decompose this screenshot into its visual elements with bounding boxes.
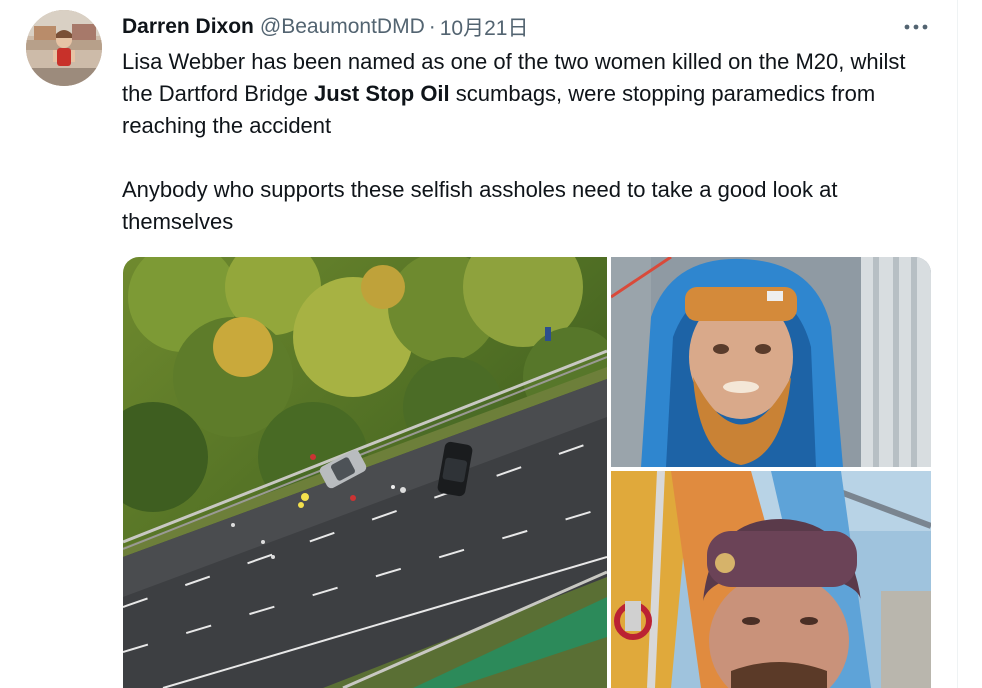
tweet-text: Lisa Webber has been named as one of the… [122,46,942,238]
media-grid [123,257,931,688]
tweet-paragraph-1: Lisa Webber has been named as one of the… [122,46,942,142]
separator-dot: · [428,15,436,38]
avatar[interactable] [26,10,102,86]
tweet-paragraph-2: Anybody who supports these selfish assho… [122,177,838,234]
tweet-card[interactable]: Darren Dixon @BeaumontDMD · 10月21日 Lisa … [0,0,982,688]
photo-protester-hood[interactable] [611,257,931,467]
photo-protester-hammock[interactable] [611,471,931,688]
photo-road-crash[interactable] [123,257,607,688]
text-bold-segment: Just Stop Oil [313,81,450,106]
tweet-header: Darren Dixon @BeaumontDMD · 10月21日 [122,12,528,42]
author-name[interactable]: Darren Dixon [122,15,254,39]
column-border [957,0,958,688]
author-handle[interactable]: @BeaumontDMD [260,15,425,39]
tweet-date[interactable]: 10月21日 [440,12,529,42]
ellipsis-icon[interactable] [896,12,936,42]
